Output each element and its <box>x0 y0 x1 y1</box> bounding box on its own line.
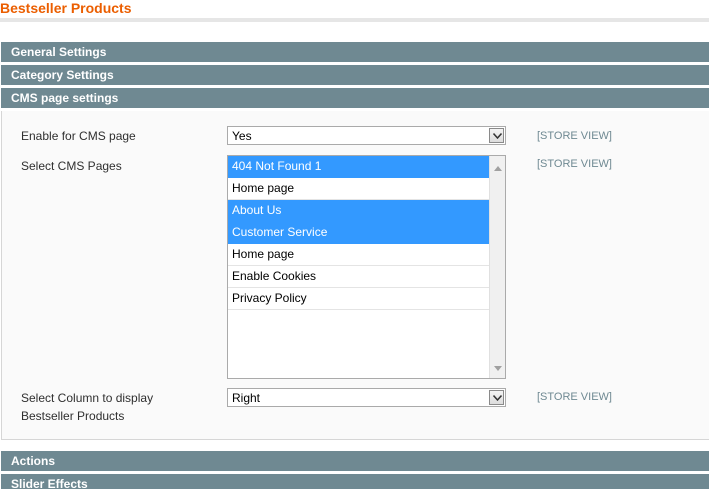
section-cms-page-settings[interactable]: CMS page settings <box>1 88 709 108</box>
section-actions[interactable]: Actions <box>1 451 709 471</box>
section-cms-page-settings-label: CMS page settings <box>11 91 119 105</box>
section-slider-effects[interactable]: Slider Effects <box>1 474 709 489</box>
section-actions-label: Actions <box>11 454 56 468</box>
section-category-settings-label: Category Settings <box>11 68 114 82</box>
title-divider <box>0 18 709 22</box>
column-label-line2: Bestseller Products <box>21 409 125 423</box>
chevron-down-icon[interactable] <box>489 390 504 405</box>
cms-page-option[interactable]: Enable Cookies <box>228 266 490 288</box>
cms-pages-label: Select CMS Pages <box>21 159 122 173</box>
cms-page-option[interactable]: Home page <box>228 178 490 200</box>
enable-cms-select[interactable]: Yes <box>227 126 506 145</box>
cms-page-option[interactable]: Privacy Policy <box>228 288 490 310</box>
page-title: Bestseller Products <box>0 0 132 16</box>
cms-pages-scope: [STORE VIEW] <box>537 158 612 170</box>
enable-cms-value: Yes <box>232 129 252 143</box>
cms-page-option[interactable]: 404 Not Found 1 <box>228 156 490 178</box>
column-scope: [STORE VIEW] <box>537 391 612 403</box>
cms-pages-multiselect[interactable]: 404 Not Found 1 Home page About Us Customer… <box>227 155 506 379</box>
section-category-settings[interactable]: Category Settings <box>1 65 709 85</box>
cms-page-option[interactable]: Home page <box>228 244 490 266</box>
cms-pages-scrollbar[interactable] <box>489 156 505 378</box>
cms-page-option[interactable]: About Us <box>228 200 490 222</box>
scroll-up-icon[interactable] <box>494 160 502 174</box>
section-slider-effects-label: Slider Effects <box>11 477 88 489</box>
chevron-down-icon[interactable] <box>489 128 504 143</box>
section-general-settings-label: General Settings <box>11 45 107 59</box>
column-label-line1: Select Column to display <box>21 391 154 405</box>
section-general-settings[interactable]: General Settings <box>1 42 709 62</box>
cms-pages-options: 404 Not Found 1 Home page About Us Customer… <box>228 156 490 310</box>
column-select[interactable]: Right <box>227 388 506 407</box>
enable-cms-scope: [STORE VIEW] <box>537 130 612 142</box>
enable-cms-label: Enable for CMS page <box>21 129 136 143</box>
scroll-down-icon[interactable] <box>494 360 502 374</box>
column-value: Right <box>232 391 261 405</box>
cms-page-option[interactable]: Customer Service <box>228 222 490 244</box>
